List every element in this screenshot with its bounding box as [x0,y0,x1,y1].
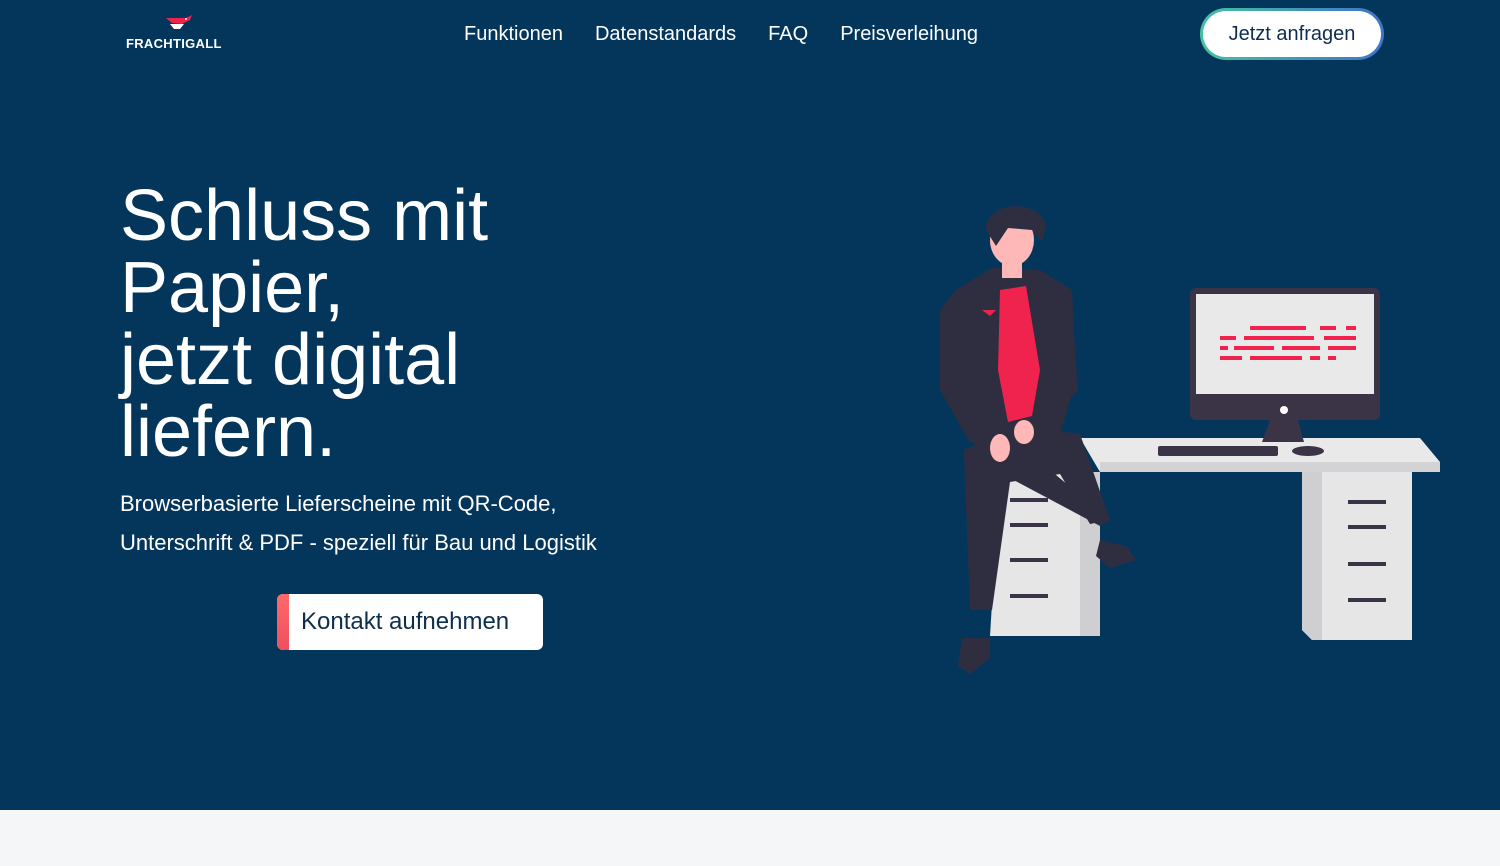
nav-item-funktionen[interactable]: Funktionen [464,20,563,48]
nav-item-preisverleihung[interactable]: Preisverleihung [840,20,978,48]
logo-text: FRACHTIGALL [126,36,222,51]
bird-logo-icon [166,15,192,29]
request-button-label: Jetzt anfragen [1203,11,1381,57]
contact-button-label: Kontakt aufnehmen [301,608,510,635]
next-section [0,810,1500,866]
subtitle-line: Browserbasierte Lieferscheine mit QR-Cod… [120,491,557,516]
page-title: Schluss mit Papier, jetzt digital liefer… [120,180,680,468]
headline-line: Schluss mit [120,176,489,256]
request-button[interactable]: Jetzt anfragen [1200,8,1384,60]
button-accent-bar [277,594,289,650]
headline-line: liefern. [120,392,337,472]
nav-item-datenstandards[interactable]: Datenstandards [595,20,736,48]
hero-subtitle: Browserbasierte Lieferscheine mit QR-Cod… [120,484,740,562]
nav-item-faq[interactable]: FAQ [768,20,808,48]
contact-button[interactable]: Kontakt aufnehmen [277,594,543,650]
headline-line: jetzt digital [120,320,461,400]
person-at-desk-illustration [940,206,1440,674]
headline-line: Papier, [120,248,345,328]
main-nav: Funktionen Datenstandards FAQ Preisverle… [464,20,1010,48]
subtitle-line: Unterschrift & PDF - speziell für Bau un… [120,530,597,555]
logo[interactable]: FRACHTIGALL [126,14,236,54]
